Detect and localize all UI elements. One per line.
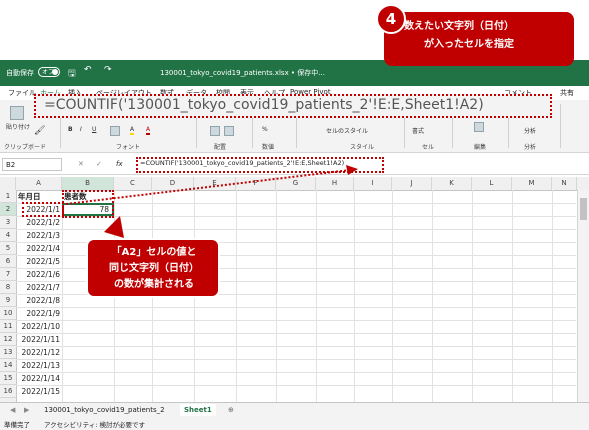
callout-step-4: 数えたい文字列（日付） が入ったセルを指定 [384,12,574,66]
scrollbar-thumb[interactable] [580,198,587,220]
status-bar: 準備完了 アクセシビリティ: 検討が必要です [0,416,589,430]
callout-explanation: 「A2」セルの値と 同じ文字列（日付） の数が集計される [86,238,220,298]
status-ready: 準備完了 [4,421,30,429]
callout-explanation-line1: 「A2」セルの値と [111,247,197,258]
sheet-tab-patients[interactable]: 130001_tokyo_covid19_patients_2 [40,404,169,416]
sheet-tabs-bar: ◀ ▶ 130001_tokyo_covid19_patients_2 Shee… [0,402,589,418]
accessibility-status[interactable]: アクセシビリティ: 検討が必要です [44,419,145,429]
callout-explanation-line2: 同じ文字列（日付） [109,263,199,274]
sheet-nav-next-icon[interactable]: ▶ [20,404,33,416]
callout-step-4-line1: 数えたい文字列（日付） [404,21,514,32]
callout-explanation-line3: の数が集計される [114,279,194,290]
add-sheet-icon[interactable]: ⊕ [224,404,238,416]
sheet-nav-prev-icon[interactable]: ◀ [6,404,19,416]
vertical-scrollbar[interactable] [577,190,589,402]
step-number-badge: 4 [376,4,406,34]
callout-step-4-line2: が入ったセルを指定 [424,39,514,50]
